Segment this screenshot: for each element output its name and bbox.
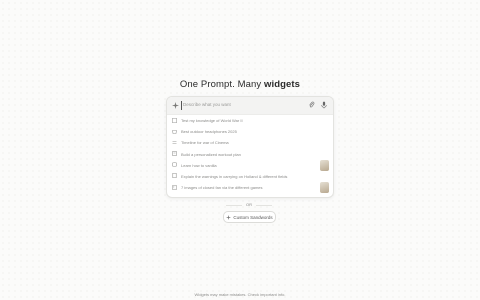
attach-icon[interactable] bbox=[308, 101, 315, 109]
suggestion-label: Test my knowledge of World War II bbox=[181, 118, 243, 124]
sparkle-icon bbox=[172, 102, 179, 109]
plan-icon bbox=[172, 151, 177, 156]
mic-icon[interactable] bbox=[321, 101, 327, 109]
headline-prefix: One Prompt. Many bbox=[179, 79, 264, 90]
suggestion-label: Build a personalized workout plan bbox=[181, 151, 241, 157]
suggestion-label: Explain the warnings in carrying on Holl… bbox=[181, 174, 288, 180]
suggestion-item[interactable]: Learn how to vanilla bbox=[167, 159, 333, 171]
learn-icon bbox=[172, 162, 177, 168]
divider-text: OR bbox=[246, 202, 252, 207]
suggestion-item[interactable]: Best outdoor headphones 2025 bbox=[167, 126, 333, 137]
footer-disclaimer: Widgets may make mistakes. Check importa… bbox=[194, 292, 286, 297]
sparkle-icon bbox=[226, 214, 232, 220]
custom-button-label: Custom Sandwords bbox=[233, 214, 273, 220]
suggestion-item[interactable]: Explain the warnings in carrying on Holl… bbox=[167, 171, 333, 182]
suggestion-list: Test my knowledge of World War II Best ou… bbox=[167, 115, 333, 194]
suggestion-thumbnail bbox=[320, 159, 329, 171]
custom-sandwords-button[interactable]: Custom Sandwords bbox=[223, 211, 276, 223]
divider-line-right bbox=[256, 205, 272, 206]
timeline-icon bbox=[172, 141, 177, 144]
text-caret bbox=[181, 101, 182, 110]
search-input[interactable]: Describe what you want bbox=[183, 102, 231, 107]
suggestion-item[interactable]: Test my knowledge of World War II bbox=[167, 115, 333, 126]
image-icon bbox=[172, 185, 177, 190]
search-row: Describe what you want bbox=[167, 97, 333, 115]
suggestion-label: Timeline for war of Cinema bbox=[181, 140, 229, 146]
prompt-card: Describe what you want Test my knowledge… bbox=[166, 96, 334, 198]
suggestion-label: Best outdoor headphones 2025 bbox=[181, 129, 237, 135]
suggestion-thumbnail bbox=[320, 182, 329, 194]
suggestion-label: 7 images of closed fan via the different… bbox=[181, 185, 263, 191]
suggestion-item[interactable]: 7 images of closed fan via the different… bbox=[167, 182, 333, 194]
or-divider: OR bbox=[166, 202, 332, 208]
doc-icon bbox=[172, 173, 177, 179]
page-headline: One Prompt. Many widgets bbox=[0, 79, 480, 90]
shopping-icon bbox=[172, 129, 177, 134]
suggestion-label: Learn how to vanilla bbox=[181, 162, 217, 168]
suggestion-item[interactable]: Timeline for war of Cinema bbox=[167, 137, 333, 148]
suggestion-item[interactable]: Build a personalized workout plan bbox=[167, 149, 333, 160]
headline-emphasis: widgets bbox=[264, 79, 301, 90]
quiz-icon bbox=[172, 117, 177, 123]
